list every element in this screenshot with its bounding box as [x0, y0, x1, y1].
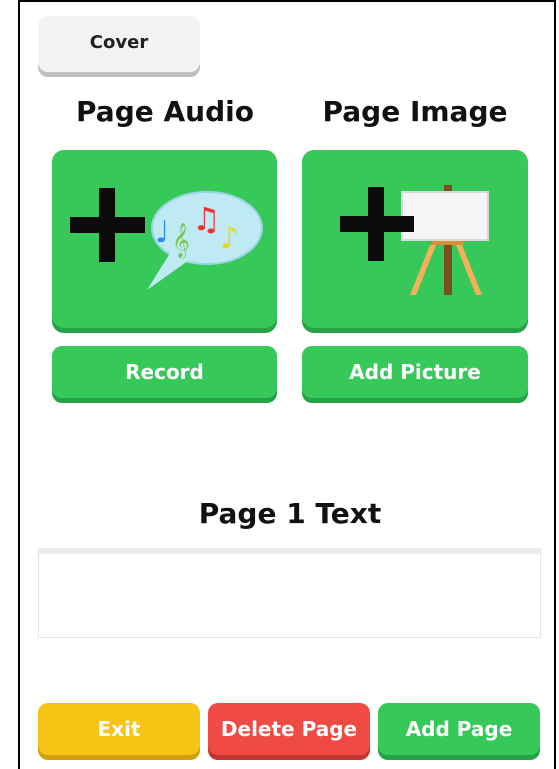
svg-text:𝄞: 𝄞: [172, 223, 190, 259]
image-tile[interactable]: [302, 150, 528, 328]
cover-button[interactable]: Cover: [38, 16, 200, 72]
svg-text:♪: ♪: [220, 221, 239, 256]
svg-text:♫: ♫: [192, 200, 221, 238]
page-text-input[interactable]: [38, 548, 541, 638]
delete-page-button[interactable]: Delete Page: [208, 703, 370, 755]
music-bubble-icon: ♩ 𝄞 ♫ ♪: [70, 188, 263, 290]
page-image-title: Page Image: [322, 95, 508, 128]
add-page-button[interactable]: Add Page: [378, 703, 540, 755]
audio-tile[interactable]: ♩ 𝄞 ♫ ♪: [52, 150, 277, 328]
record-button[interactable]: Record: [52, 346, 277, 398]
svg-text:♩: ♩: [155, 215, 169, 250]
plus-icon: [70, 188, 145, 262]
page-text-title: Page 1 Text: [198, 497, 382, 530]
exit-button[interactable]: Exit: [38, 703, 200, 755]
add-picture-button[interactable]: Add Picture: [302, 346, 528, 398]
easel-icon: [340, 185, 489, 295]
page-audio-title: Page Audio: [76, 95, 254, 128]
